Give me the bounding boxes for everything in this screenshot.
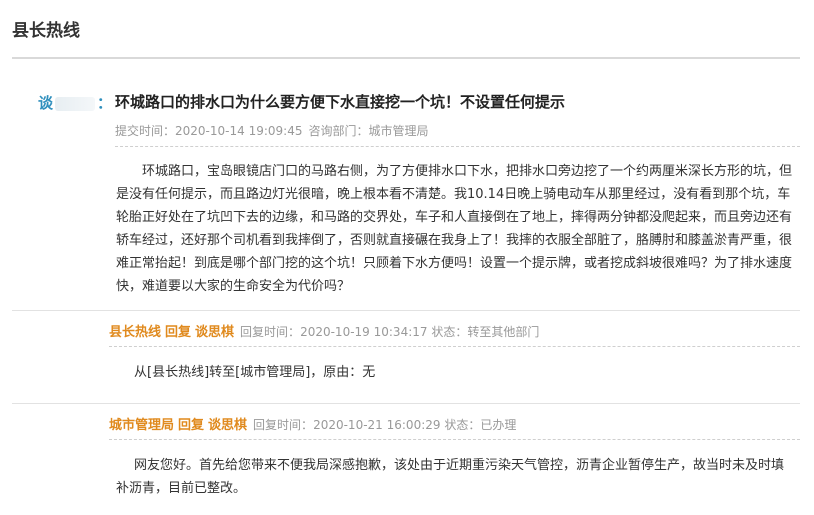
asker-name-colon: ： — [97, 94, 113, 112]
reply-org: 县长热线 — [109, 325, 162, 340]
reply-body: 从[县长热线]转至[城市管理局]，原由：无 — [134, 365, 376, 380]
reply-to-user: 谈思棋 — [195, 325, 235, 340]
reply-header-divider — [109, 346, 800, 347]
question-title: 环城路口的排水口为什么要方便下水直接挖一个坑！不设置任何提示 — [115, 93, 566, 111]
question-meta-divider — [115, 146, 800, 147]
header-divider — [12, 57, 800, 59]
submit-time: 2020-10-14 19:09:45 — [175, 124, 303, 138]
question-meta: 提交时间：2020-10-14 19:09:45 咨询部门：城市管理局 — [115, 122, 429, 139]
reply-header: 城市管理局 回复 谈思棋 回复时间：2020-10-21 16:00:29 状态：已办… — [109, 414, 516, 433]
reply-to-user: 谈思棋 — [208, 418, 248, 433]
dept-name: 城市管理局 — [368, 124, 429, 138]
asker-name: 谈： — [38, 92, 112, 113]
question-body: 环城路口，宝岛眼镜店门口的马路右侧，为了方便排水口下水，把排水口旁边挖了一个约两… — [116, 164, 793, 294]
page-title: 县长热线 — [12, 21, 80, 41]
reply-header-divider — [109, 439, 800, 440]
asker-name-prefix: 谈 — [38, 94, 54, 112]
reply-keyword: 回复 — [178, 418, 205, 433]
reply-divider — [12, 403, 800, 404]
reply-meta: 回复时间：2020-10-19 10:34:17 状态：转至其他部门 — [240, 325, 540, 339]
dept-label: 咨询部门： — [308, 124, 369, 138]
reply-divider — [12, 310, 800, 311]
reply-org: 城市管理局 — [109, 418, 175, 433]
masked-name-blur — [55, 96, 96, 111]
reply-body: 网友您好。首先给您带来不便我局深感抱歉，该处由于近期重污染天气管控，沥青企业暂停… — [116, 458, 785, 496]
reply-meta: 回复时间：2020-10-21 16:00:29 状态：已办理 — [253, 418, 517, 432]
reply-header: 县长热线 回复 谈思棋 回复时间：2020-10-19 10:34:17 状态：转至其… — [109, 321, 539, 340]
reply-keyword: 回复 — [165, 325, 192, 340]
submit-time-label: 提交时间： — [115, 124, 176, 138]
